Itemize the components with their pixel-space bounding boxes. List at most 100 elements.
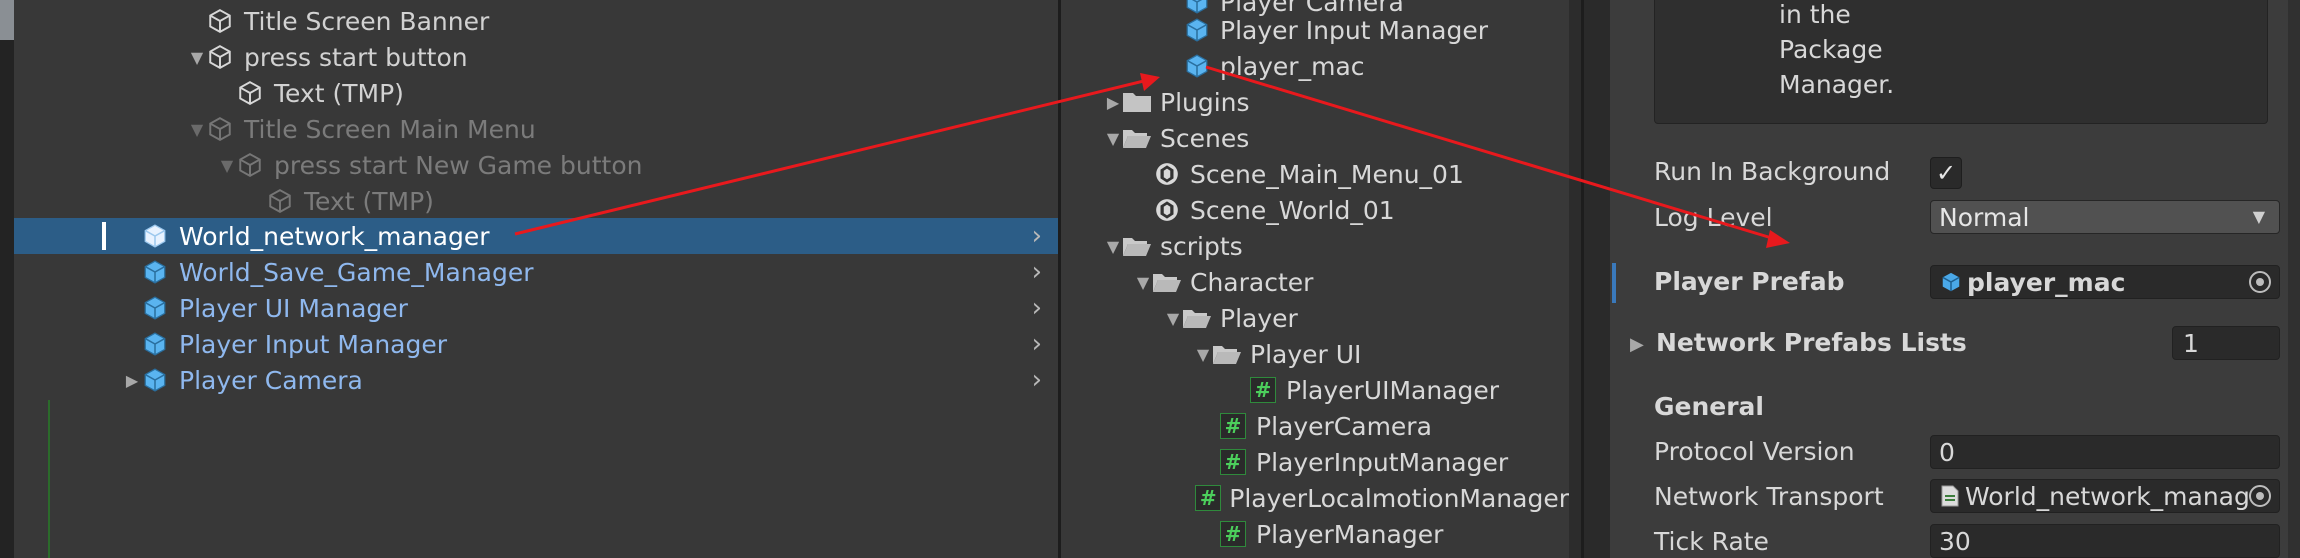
tick-rate-value: 30 xyxy=(1939,526,1971,556)
foldout-arrow-icon[interactable]: ▼ xyxy=(1104,129,1122,148)
folder-open-icon xyxy=(1182,304,1212,332)
foldout-arrow-icon[interactable]: ▼ xyxy=(188,48,206,67)
object-picker-icon[interactable] xyxy=(2249,271,2271,293)
hierarchy-item-title-screen-banner[interactable]: Title Screen Banner xyxy=(0,3,1058,39)
chevron-right-icon[interactable]: › xyxy=(1032,329,1042,359)
hierarchy-item-world-save-game-manager[interactable]: World_Save_Game_Manager › xyxy=(0,254,1058,290)
folder-open-icon xyxy=(1122,124,1152,152)
hierarchy-item-label: press start button xyxy=(244,42,468,72)
project-item-player-mac[interactable]: player_mac xyxy=(1061,48,1569,84)
foldout-arrow-icon[interactable]: ▶ xyxy=(1104,93,1122,112)
project-item-plugins[interactable]: ▶ Plugins xyxy=(1061,84,1569,120)
network-transport-label: Network Transport xyxy=(1654,482,1884,511)
project-item-scene-main-menu-01[interactable]: Scene_Main_Menu_01 xyxy=(1061,156,1569,192)
chevron-right-icon[interactable]: › xyxy=(1032,221,1042,251)
foldout-arrow-icon[interactable]: ▼ xyxy=(218,156,236,175)
help-line: in the xyxy=(1779,0,1851,29)
foldout-arrow-icon[interactable]: ▼ xyxy=(1134,273,1152,292)
hierarchy-item-press-start-button[interactable]: ▼ press start button xyxy=(0,39,1058,75)
selection-marker xyxy=(102,222,106,250)
project-item-playercamera[interactable]: # PlayerCamera xyxy=(1061,408,1569,444)
network-transport-value: World_network_manag xyxy=(1965,481,2250,511)
log-level-dropdown[interactable]: Normal ▼ xyxy=(1930,200,2280,234)
project-item-playerinputmanager[interactable]: # PlayerInputManager xyxy=(1061,444,1569,480)
prefab-cube-icon xyxy=(1182,52,1212,80)
project-item-scenes[interactable]: ▼ Scenes xyxy=(1061,120,1569,156)
project-item-label: PlayerCamera xyxy=(1256,411,1432,441)
hierarchy-item-world-network-manager[interactable]: World_network_manager › xyxy=(14,218,1058,254)
network-prefabs-count-field[interactable]: 1 xyxy=(2172,326,2280,360)
hierarchy-item-text-tmp[interactable]: Text (TMP) xyxy=(0,183,1058,219)
log-level-value: Normal xyxy=(1939,202,2030,232)
foldout-arrow-icon[interactable]: ▶ xyxy=(1630,334,1644,355)
project-item-label: Scene_World_01 xyxy=(1190,195,1395,225)
csharp-script-icon: # xyxy=(1248,376,1278,404)
hierarchy-item-label: World_network_manager xyxy=(179,221,490,251)
modified-indicator xyxy=(1612,263,1616,303)
tick-rate-field[interactable]: 30 xyxy=(1930,524,2280,558)
project-item-playerlocalmotionmanager[interactable]: # PlayerLocalmotionManager xyxy=(1061,480,1569,516)
hierarchy-item-label: Player UI Manager xyxy=(179,293,408,323)
gameobject-cube-icon xyxy=(206,43,234,71)
project-item-label: Player xyxy=(1220,303,1298,333)
player-prefab-field[interactable]: player_mac xyxy=(1930,265,2280,299)
protocol-version-field[interactable]: 0 xyxy=(1930,435,2280,469)
project-item-label: Character xyxy=(1190,267,1314,297)
hierarchy-item-player-ui-manager[interactable]: Player UI Manager › xyxy=(0,290,1058,326)
project-item-character[interactable]: ▼ Character xyxy=(1061,264,1569,300)
checkmark-icon: ✓ xyxy=(1935,159,1957,187)
chevron-right-icon[interactable]: › xyxy=(1032,257,1042,287)
csharp-script-icon: # xyxy=(1218,448,1248,476)
help-text: in the Package Manager. xyxy=(1779,0,1894,102)
protocol-version-value: 0 xyxy=(1939,437,1955,467)
prefab-cube-icon xyxy=(141,330,169,358)
folder-open-icon xyxy=(1152,268,1182,296)
project-item-playeruimanager[interactable]: # PlayerUIManager xyxy=(1061,372,1569,408)
foldout-arrow-icon[interactable]: ▼ xyxy=(1104,237,1122,256)
help-line: Package xyxy=(1779,35,1883,64)
player-prefab-value: player_mac xyxy=(1967,267,2126,297)
general-section-header: General xyxy=(1654,392,1764,421)
inspector-scrollbar[interactable] xyxy=(2288,0,2300,558)
hierarchy-item-press-start-new-game-button[interactable]: ▼ press start New Game button xyxy=(0,147,1058,183)
prefab-cube-icon xyxy=(1939,268,1963,296)
project-item-player-input-manager[interactable]: Player Input Manager xyxy=(1061,12,1569,48)
network-prefabs-count: 1 xyxy=(2183,328,2199,358)
unity-scene-icon xyxy=(1152,196,1182,224)
object-picker-icon[interactable] xyxy=(2249,485,2271,507)
folder-icon xyxy=(1122,88,1152,116)
project-item-playermanager[interactable]: # PlayerManager xyxy=(1061,516,1569,552)
chevron-right-icon[interactable]: › xyxy=(1032,293,1042,323)
project-item-player[interactable]: ▼ Player xyxy=(1061,300,1569,336)
hierarchy-item-label: Text (TMP) xyxy=(304,186,434,216)
project-item-scene-world-01[interactable]: Scene_World_01 xyxy=(1061,192,1569,228)
prefab-cube-icon xyxy=(141,222,169,250)
hierarchy-item-title-screen-main-menu[interactable]: ▼ Title Screen Main Menu xyxy=(0,111,1058,147)
hierarchy-item-player-input-manager[interactable]: Player Input Manager › xyxy=(0,326,1058,362)
network-transport-field[interactable]: World_network_manag xyxy=(1930,479,2280,513)
foldout-arrow-icon[interactable]: ▶ xyxy=(123,371,141,390)
csharp-script-icon: # xyxy=(1195,484,1222,512)
foldout-arrow-icon[interactable]: ▼ xyxy=(1194,345,1212,364)
gameobject-cube-icon xyxy=(236,151,264,179)
unity-scene-icon xyxy=(1152,160,1182,188)
project-scrollbar[interactable] xyxy=(1569,0,1581,558)
scene-gizmo-line xyxy=(48,400,50,558)
hierarchy-item-player-camera[interactable]: ▶ Player Camera › xyxy=(0,362,1058,398)
gameobject-cube-icon xyxy=(236,79,264,107)
prefab-cube-icon xyxy=(141,294,169,322)
run-in-background-checkbox[interactable]: ✓ xyxy=(1930,157,1962,189)
hierarchy-item-label: Title Screen Banner xyxy=(244,6,490,36)
project-item-scripts[interactable]: ▼ scripts xyxy=(1061,228,1569,264)
foldout-arrow-icon[interactable]: ▼ xyxy=(188,120,206,139)
project-item-player-ui[interactable]: ▼ Player UI xyxy=(1061,336,1569,372)
network-prefabs-lists-label[interactable]: Network Prefabs Lists xyxy=(1656,328,1967,357)
folder-open-icon xyxy=(1212,340,1242,368)
hierarchy-item-text-tmp[interactable]: Text (TMP) xyxy=(0,75,1058,111)
gameobject-cube-icon xyxy=(206,115,234,143)
csharp-script-icon: # xyxy=(1218,520,1248,548)
chevron-right-icon[interactable]: › xyxy=(1032,365,1042,395)
hierarchy-item-label: Player Camera xyxy=(179,365,363,395)
project-item-label: PlayerLocalmotionManager xyxy=(1229,483,1569,513)
foldout-arrow-icon[interactable]: ▼ xyxy=(1164,309,1182,328)
